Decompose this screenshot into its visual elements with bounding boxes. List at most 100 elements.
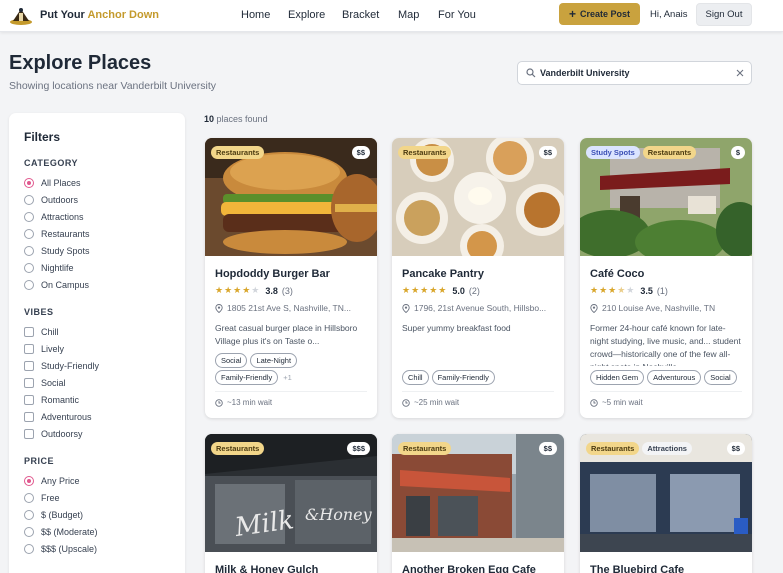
category-badge: Restaurants (211, 146, 265, 159)
category-badges: Restaurants (211, 442, 265, 455)
create-post-label: Create Post (579, 9, 631, 19)
rating-count: (1) (656, 285, 668, 296)
place-name[interactable]: Another Broken Egg Cafe (402, 564, 536, 573)
nav-explore[interactable]: Explore (288, 9, 325, 21)
address-text: 1805 21st Ave S, Nashville, TN... (227, 303, 351, 313)
radio-icon[interactable] (24, 212, 34, 222)
place-description: Great casual burger place in Hillsboro V… (215, 323, 358, 346)
results-suffix: places found (216, 114, 268, 124)
place-name[interactable]: Hopdoddy Burger Bar (215, 268, 330, 280)
checkbox-icon[interactable] (24, 412, 34, 422)
vibe-tags: Hidden Gem Adventurous Social (590, 370, 737, 385)
brand-name[interactable]: Put Your Anchor Down (40, 9, 159, 21)
address-text: 210 Louise Ave, Nashville, TN (602, 303, 716, 313)
create-post-button[interactable]: + Create Post (559, 3, 640, 25)
category-option-nightlife[interactable]: Nightlife (24, 262, 74, 274)
price-option-moderate[interactable]: $$ (Moderate) (24, 526, 98, 538)
place-card[interactable]: Restaurants $$ Pancake Pantry ★★★★★ 5.0 … (392, 138, 564, 418)
wait-time: ~25 min wait (402, 398, 459, 407)
place-card[interactable]: Restaurants $$ Hopdoddy Burger Bar ★★★★★… (205, 138, 377, 418)
radio-icon[interactable] (24, 544, 34, 554)
category-option-study-spots[interactable]: Study Spots (24, 245, 90, 257)
price-option-upscale[interactable]: $$$ (Upscale) (24, 543, 97, 555)
option-label: Any Price (41, 476, 80, 486)
user-greeting: Hi, Anais (650, 9, 688, 20)
vibe-option-adventurous[interactable]: Adventurous (24, 411, 92, 423)
vibe-option-study-friendly[interactable]: Study-Friendly (24, 360, 99, 372)
place-description: Super yummy breakfast food (402, 323, 511, 333)
category-option-attractions[interactable]: Attractions (24, 211, 84, 223)
price-option-budget[interactable]: $ (Budget) (24, 509, 83, 521)
place-name[interactable]: Milk & Honey Gulch (215, 564, 318, 573)
category-option-outdoors[interactable]: Outdoors (24, 194, 78, 206)
nav-for-you[interactable]: For You (438, 9, 476, 21)
place-card[interactable]: Restaurants $$ Another Broken Egg Cafe (392, 434, 564, 573)
radio-selected-icon[interactable] (24, 178, 34, 188)
page-title: Explore Places (9, 52, 152, 74)
location-search[interactable] (517, 61, 752, 85)
radio-icon[interactable] (24, 510, 34, 520)
place-name[interactable]: Pancake Pantry (402, 268, 484, 280)
search-icon (526, 68, 536, 78)
price-option-any[interactable]: Any Price (24, 475, 80, 487)
vibe-tag: Chill (402, 370, 429, 385)
option-label: Lively (41, 344, 65, 354)
card-divider (215, 391, 367, 392)
place-name[interactable]: Café Coco (590, 268, 644, 280)
radio-icon[interactable] (24, 280, 34, 290)
vibe-option-lively[interactable]: Lively (24, 343, 64, 355)
radio-icon[interactable] (24, 493, 34, 503)
price-option-free[interactable]: Free (24, 492, 60, 504)
anchor-logo-icon[interactable] (9, 5, 33, 25)
place-card[interactable]: Restaurants Attractions $$ The Bluebird … (580, 434, 752, 573)
checkbox-icon[interactable] (24, 361, 34, 371)
place-address: 1796, 21st Avenue South, Hillsbo... (402, 303, 546, 313)
top-navbar: Put Your Anchor Down Home Explore Bracke… (0, 0, 783, 32)
brand-prefix: Put Your (40, 9, 88, 21)
clock-icon (402, 398, 410, 407)
place-rating: ★★★★★ 3.5 (1) (590, 285, 668, 296)
vibe-option-chill[interactable]: Chill (24, 326, 59, 338)
search-input[interactable] (540, 65, 730, 81)
location-pin-icon (215, 303, 223, 313)
star-rating-icon: ★★★★★ (215, 285, 261, 295)
category-option-all[interactable]: All Places (24, 177, 81, 189)
checkbox-icon[interactable] (24, 327, 34, 337)
option-label: Restaurants (41, 229, 90, 239)
results-number: 10 (204, 114, 215, 124)
clear-search-icon[interactable] (734, 67, 746, 79)
category-option-on-campus[interactable]: On Campus (24, 279, 89, 291)
wait-time: ~5 min wait (590, 398, 643, 407)
price-badge: $ (730, 146, 745, 159)
radio-icon[interactable] (24, 263, 34, 273)
nav-home[interactable]: Home (241, 9, 270, 21)
radio-icon[interactable] (24, 527, 34, 537)
place-card[interactable]: Milk &Honey Restaurants $$$ Milk & Honey… (205, 434, 377, 573)
price-badge: $$ (538, 442, 557, 455)
radio-icon[interactable] (24, 195, 34, 205)
nav-bracket[interactable]: Bracket (342, 9, 379, 21)
card-divider (590, 391, 742, 392)
nav-map[interactable]: Map (398, 9, 419, 21)
radio-icon[interactable] (24, 246, 34, 256)
category-option-restaurants[interactable]: Restaurants (24, 228, 90, 240)
svg-text:&Honey: &Honey (305, 505, 373, 524)
option-label: $ (Budget) (41, 510, 84, 520)
checkbox-icon[interactable] (24, 344, 34, 354)
wait-time: ~13 min wait (215, 398, 272, 407)
sign-out-button[interactable]: Sign Out (696, 3, 752, 26)
vibe-option-romantic[interactable]: Romantic (24, 394, 79, 406)
category-badges: Restaurants (398, 442, 452, 455)
radio-selected-icon[interactable] (24, 476, 34, 486)
place-name[interactable]: The Bluebird Cafe (590, 564, 684, 573)
vibe-option-outdoorsy[interactable]: Outdoorsy (24, 428, 83, 440)
checkbox-icon[interactable] (24, 429, 34, 439)
vibe-option-social[interactable]: Social (24, 377, 66, 389)
price-badge: $$ (351, 146, 370, 159)
place-card[interactable]: Study Spots Restaurants $ Café Coco ★★★★… (580, 138, 752, 418)
radio-icon[interactable] (24, 229, 34, 239)
checkbox-icon[interactable] (24, 378, 34, 388)
place-rating: ★★★★★ 5.0 (2) (402, 285, 480, 296)
category-badges: Restaurants (398, 146, 452, 159)
checkbox-icon[interactable] (24, 395, 34, 405)
